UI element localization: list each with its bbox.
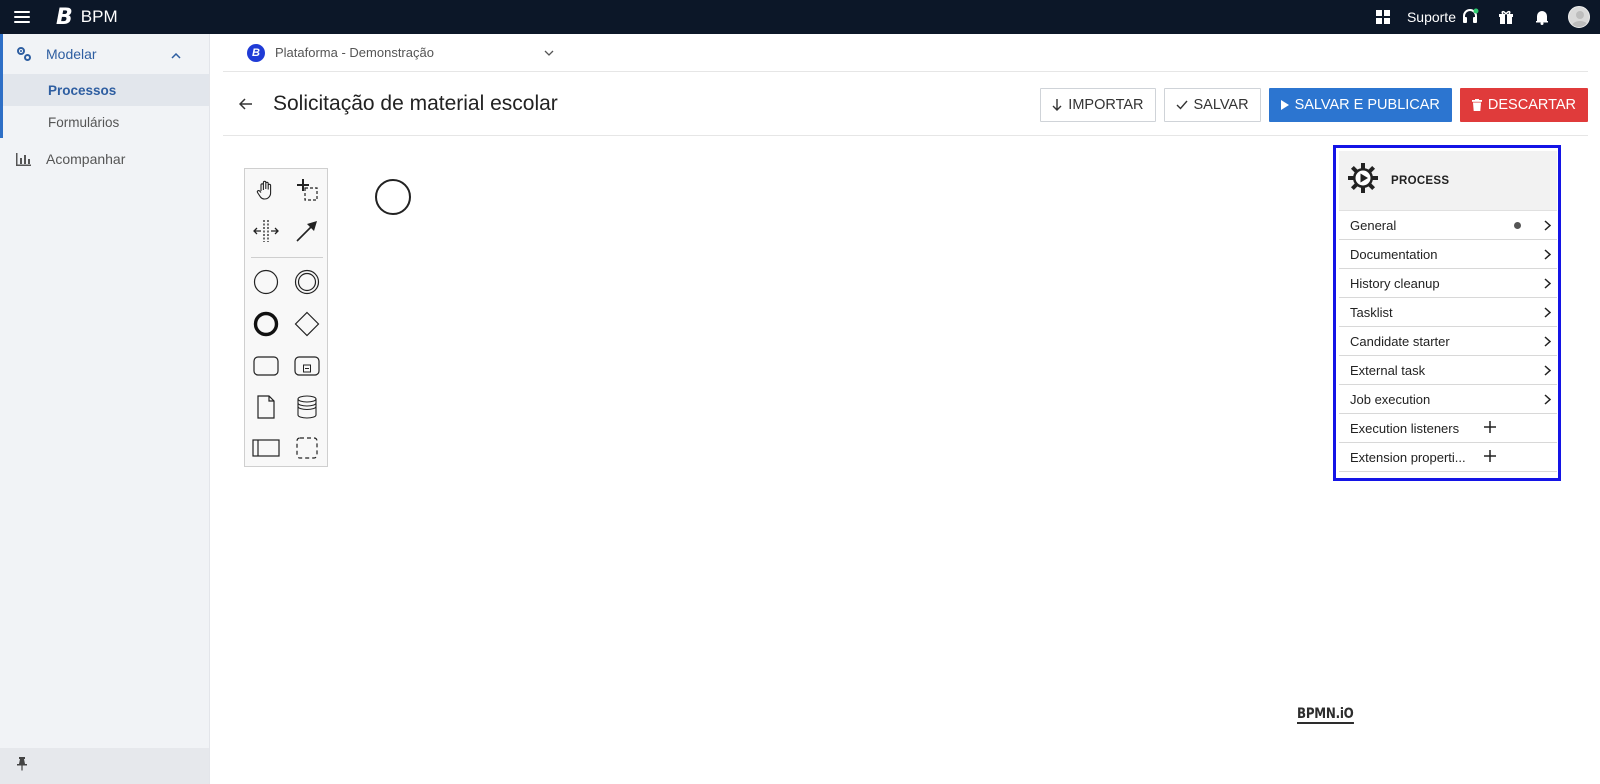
gift-icon[interactable] <box>1496 7 1516 27</box>
avatar[interactable] <box>1568 6 1590 28</box>
start-event-icon[interactable] <box>249 265 283 299</box>
bar-chart-icon <box>16 151 34 167</box>
import-button[interactable]: IMPORTAR <box>1040 88 1156 122</box>
properties-title: PROCESS <box>1391 174 1450 187</box>
properties-group-label: History cleanup <box>1350 275 1440 291</box>
properties-group-label: Extension properti... <box>1350 449 1466 465</box>
save-label: SALVAR <box>1193 97 1249 113</box>
data-store-icon[interactable] <box>290 390 324 424</box>
headset-icon[interactable] <box>1460 7 1480 27</box>
sidebar-item-formularios[interactable]: Formulários <box>3 106 209 138</box>
properties-group-documentation[interactable]: Documentation <box>1339 240 1557 269</box>
pin-bar <box>0 748 209 784</box>
properties-group-label: Tasklist <box>1350 304 1393 320</box>
save-publish-button[interactable]: SALVAR E PUBLICAR <box>1268 88 1452 122</box>
support-label[interactable]: Suporte <box>1407 9 1456 25</box>
arrow-down-icon <box>1052 99 1062 111</box>
pool-icon[interactable] <box>249 431 283 465</box>
properties-group-external-task[interactable]: External task <box>1339 356 1557 385</box>
data-object-icon[interactable] <box>249 390 283 424</box>
page-header: Solicitação de material escolar IMPORTAR… <box>223 72 1588 136</box>
check-icon <box>1176 100 1188 110</box>
bpmn-io-logo[interactable]: BPMN.iO <box>1297 706 1354 724</box>
gears-icon <box>16 46 34 62</box>
chevron-right-icon[interactable] <box>1544 277 1552 292</box>
chevron-up-icon[interactable] <box>171 46 181 62</box>
sidebar-item-acompanhar[interactable]: Acompanhar <box>0 140 209 178</box>
platform-logo: B <box>247 43 265 62</box>
plus-icon[interactable] <box>1484 421 1496 436</box>
intermediate-event-icon[interactable] <box>290 265 324 299</box>
properties-group-extension-properti[interactable]: Extension properti... <box>1339 443 1557 472</box>
group-icon[interactable] <box>290 431 324 465</box>
subprocess-icon[interactable] <box>290 349 324 383</box>
properties-group-label: External task <box>1350 362 1426 378</box>
app-logo[interactable]: B <box>56 5 73 30</box>
properties-group-label: Job execution <box>1350 391 1431 407</box>
space-tool-icon[interactable] <box>249 214 283 248</box>
gateway-icon[interactable] <box>290 307 324 341</box>
main-area: B Plataforma - Demonstração Solicitação … <box>211 34 1600 784</box>
chevron-right-icon[interactable] <box>1544 248 1552 263</box>
properties-groups: General Documentation History cleanup Taskl… <box>1339 211 1557 472</box>
trash-icon <box>1471 99 1482 111</box>
page-title: Solicitação de material escolar <box>273 91 558 115</box>
properties-group-general[interactable]: General <box>1339 211 1557 240</box>
sidebar-item-modelar[interactable]: Modelar <box>0 34 209 74</box>
plus-icon[interactable] <box>1484 450 1496 465</box>
platform-name: Plataforma - Demonstração <box>275 45 434 60</box>
properties-group-label: General <box>1350 217 1397 233</box>
chevron-right-icon[interactable] <box>1544 335 1552 350</box>
properties-group-label: Execution listeners <box>1350 420 1460 436</box>
pin-icon[interactable] <box>16 756 28 776</box>
import-label: IMPORTAR <box>1068 97 1144 113</box>
bell-icon[interactable] <box>1532 7 1552 27</box>
chevron-right-icon[interactable] <box>1544 306 1552 321</box>
sidebar: Modelar Processos Formulários Acompanhar <box>0 34 210 784</box>
discard-button[interactable]: DESCARTAR <box>1459 88 1588 122</box>
connect-tool-icon[interactable] <box>290 214 324 248</box>
play-icon <box>1280 100 1289 110</box>
discard-label: DESCARTAR <box>1487 97 1576 113</box>
properties-panel: PROCESS General Documentation History clea… <box>1333 145 1561 481</box>
header-actions: IMPORTAR SALVAR SALVAR E PUBLICAR DESCAR… <box>1040 88 1588 122</box>
properties-group-history-cleanup[interactable]: History cleanup <box>1339 269 1557 298</box>
task-icon[interactable] <box>249 349 283 383</box>
save-button[interactable]: SALVAR <box>1163 88 1261 122</box>
properties-group-label: Candidate starter <box>1350 333 1450 349</box>
lasso-tool-icon[interactable] <box>290 173 324 207</box>
process-gear-icon <box>1347 162 1379 199</box>
palette-separator <box>251 257 323 258</box>
save-publish-label: SALVAR E PUBLICAR <box>1294 97 1440 113</box>
platform-selector[interactable]: B Plataforma - Demonstração <box>223 34 1588 72</box>
end-event-icon[interactable] <box>249 307 283 341</box>
properties-header: PROCESS <box>1339 151 1557 211</box>
bpmn-palette <box>244 168 328 467</box>
menu-icon[interactable] <box>14 11 36 23</box>
properties-group-job-execution[interactable]: Job execution <box>1339 385 1557 414</box>
grid-icon[interactable] <box>1373 7 1393 27</box>
chevron-right-icon[interactable] <box>1544 219 1552 234</box>
chevron-right-icon[interactable] <box>1544 364 1552 379</box>
sidebar-item-label: Modelar <box>46 46 97 62</box>
properties-group-execution-listeners[interactable]: Execution listeners <box>1339 414 1557 443</box>
sidebar-item-label: Acompanhar <box>46 151 126 167</box>
start-event[interactable] <box>375 179 411 215</box>
hand-tool-icon[interactable] <box>249 173 283 207</box>
sidebar-item-processos[interactable]: Processos <box>3 74 209 106</box>
app-name: BPM <box>80 7 118 26</box>
status-dot-icon <box>1514 222 1521 229</box>
chevron-right-icon[interactable] <box>1544 393 1552 408</box>
properties-group-candidate-starter[interactable]: Candidate starter <box>1339 327 1557 356</box>
top-bar: B BPM Suporte <box>0 0 1600 34</box>
chevron-down-icon[interactable] <box>544 50 554 56</box>
properties-group-label: Documentation <box>1350 246 1438 262</box>
properties-group-tasklist[interactable]: Tasklist <box>1339 298 1557 327</box>
back-arrow-icon[interactable] <box>239 95 257 113</box>
